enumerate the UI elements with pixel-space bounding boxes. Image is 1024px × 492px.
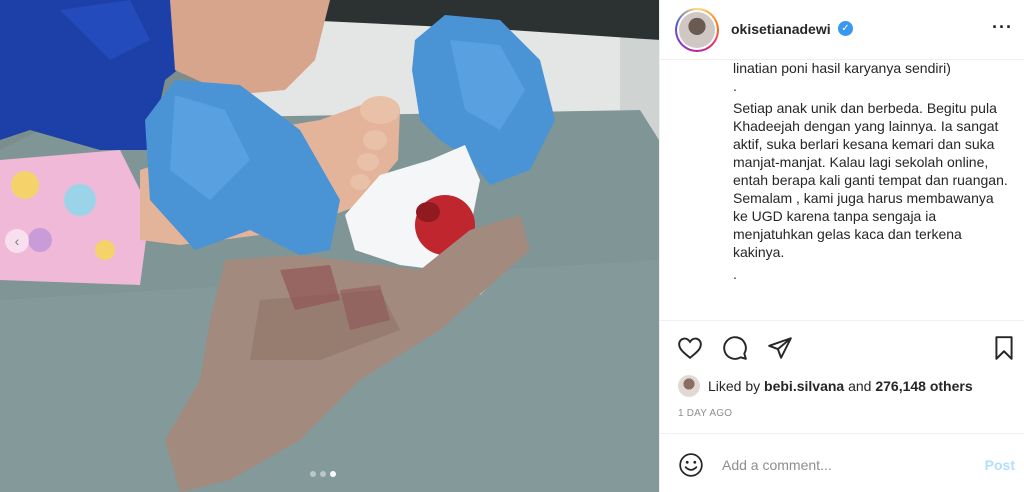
- carousel-indicator: [310, 471, 336, 477]
- liker-username[interactable]: bebi.silvana: [764, 378, 844, 394]
- likes-middle: and: [848, 378, 872, 394]
- likes-summary: Liked by bebi.silvana and 276,148 others: [678, 375, 973, 397]
- heart-icon[interactable]: [677, 335, 703, 361]
- bookmark-icon[interactable]: [991, 335, 1017, 361]
- caption-line: linatian poni hasil karyanya sendiri): [733, 61, 951, 76]
- post-timestamp[interactable]: 1 DAY AGO: [678, 408, 732, 419]
- username-link[interactable]: okisetianadewi: [731, 21, 831, 37]
- post-comment-button[interactable]: Post: [985, 457, 1015, 473]
- action-bar: [660, 320, 1024, 372]
- chevron-left-icon[interactable]: ‹: [5, 229, 29, 253]
- avatar[interactable]: [675, 8, 719, 52]
- post-side-panel: okisetianadewi ✓ ··· linatian poni hasil…: [659, 0, 1024, 492]
- post-photo[interactable]: ‹: [0, 0, 659, 492]
- comment-input[interactable]: [722, 450, 962, 480]
- caption-line: Setiap anak unik dan berbeda. Begitu pul…: [733, 100, 1008, 260]
- post-header: okisetianadewi ✓ ···: [660, 0, 1024, 60]
- photo-illustration: [0, 0, 659, 492]
- likes-prefix: Liked by: [708, 378, 761, 394]
- emoji-icon[interactable]: [678, 452, 704, 478]
- share-icon[interactable]: [767, 335, 793, 361]
- caption-scroll-area[interactable]: linatian poni hasil karyanya sendiri) . …: [660, 61, 1024, 319]
- caption-text: linatian poni hasil karyanya sendiri) . …: [733, 61, 1008, 283]
- carousel-dot-active: [330, 471, 336, 477]
- verified-icon: ✓: [838, 21, 853, 36]
- likes-count-link[interactable]: 276,148 others: [875, 378, 972, 394]
- comment-form: Post: [660, 433, 1024, 492]
- comment-icon[interactable]: [722, 335, 748, 361]
- caption-line: .: [733, 78, 737, 94]
- carousel-dot: [310, 471, 316, 477]
- caption-line: .: [733, 266, 737, 282]
- carousel-dot: [320, 471, 326, 477]
- liker-avatar[interactable]: [678, 375, 700, 397]
- more-icon[interactable]: ···: [992, 17, 1013, 38]
